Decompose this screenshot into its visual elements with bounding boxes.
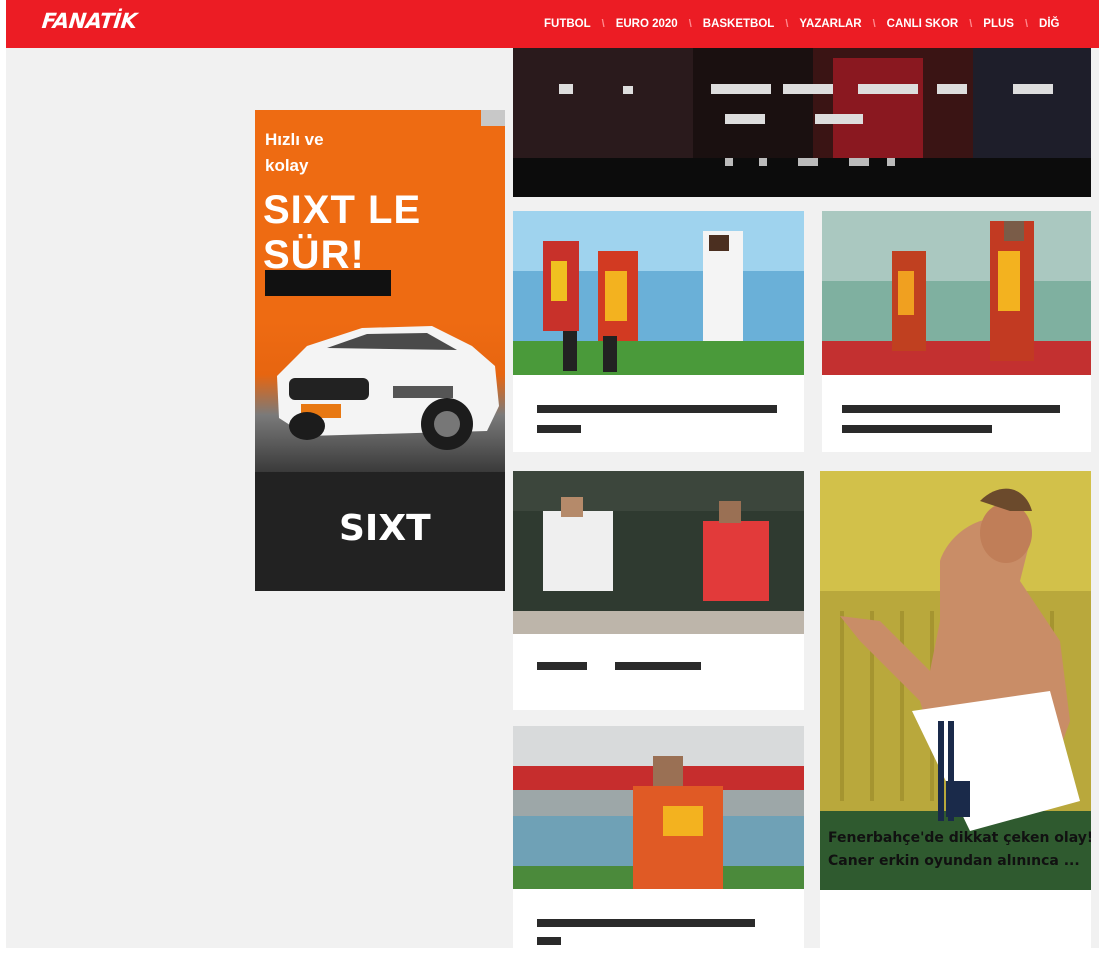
ad-text-line2: kolay [265,156,309,175]
nav-separator: \ [785,18,789,30]
news-card[interactable] [822,211,1091,452]
nav-item-euro-2020[interactable]: EURO 2020 [616,18,678,30]
ad-close-icon[interactable] [481,110,505,126]
news-title-blurred [537,662,587,670]
news-image [513,211,804,375]
news-title-blurred [615,662,701,670]
nav-separator: \ [688,18,692,30]
hero-image [513,48,1091,197]
news-title-blurred [842,405,1060,413]
car-image [277,326,499,450]
main-nav: FUTBOL \ EURO 2020 \ BASKETBOL \ YAZARLA… [544,0,1099,48]
featured-news-title: Fenerbahçe'de dikkat çeken olay! Caner e… [828,830,1091,869]
ad-cta-button[interactable] [265,270,391,296]
news-title-blurred [842,425,992,433]
ad-text-line1: Hızlı ve [265,130,324,149]
fanatik-logo[interactable]: FANATİK [41,9,138,33]
news-title-blurred [537,937,561,945]
hero-news-card[interactable] [513,48,1091,197]
featured-news-card[interactable]: Fenerbahçe'de dikkat çeken olay! Caner e… [820,471,1091,948]
news-title-blurred [537,425,581,433]
nav-item-plus[interactable]: PLUS [983,18,1014,30]
news-image [513,726,804,889]
sixt-logo: SIXT [339,508,431,549]
news-title-blurred [537,405,777,413]
nav-separator: \ [601,18,605,30]
news-title-blurred [537,919,755,927]
nav-separator: \ [969,18,973,30]
nav-item-diger[interactable]: DİĞ [1039,18,1059,30]
nav-item-canli-skor[interactable]: CANLI SKOR [887,18,959,30]
news-card[interactable] [513,726,804,948]
news-card[interactable] [513,471,804,710]
ad-headline: SIXT LE SÜR! [263,188,422,277]
nav-item-futbol[interactable]: FUTBOL [544,18,591,30]
news-card[interactable] [513,211,804,452]
news-image [513,471,804,634]
nav-separator: \ [1024,18,1029,30]
nav-item-basketbol[interactable]: BASKETBOL [703,18,775,30]
page-viewport: FANATİK FUTBOL \ EURO 2020 \ BASKETBOL \… [6,0,1099,948]
sixt-advertisement[interactable]: Hızlı ve kolay SIXT LE SÜR! SIXT [255,110,505,591]
nav-separator: \ [872,18,876,30]
nav-item-yazarlar[interactable]: YAZARLAR [799,18,861,30]
news-image [822,211,1091,375]
top-navigation-bar: FANATİK FUTBOL \ EURO 2020 \ BASKETBOL \… [6,0,1099,48]
